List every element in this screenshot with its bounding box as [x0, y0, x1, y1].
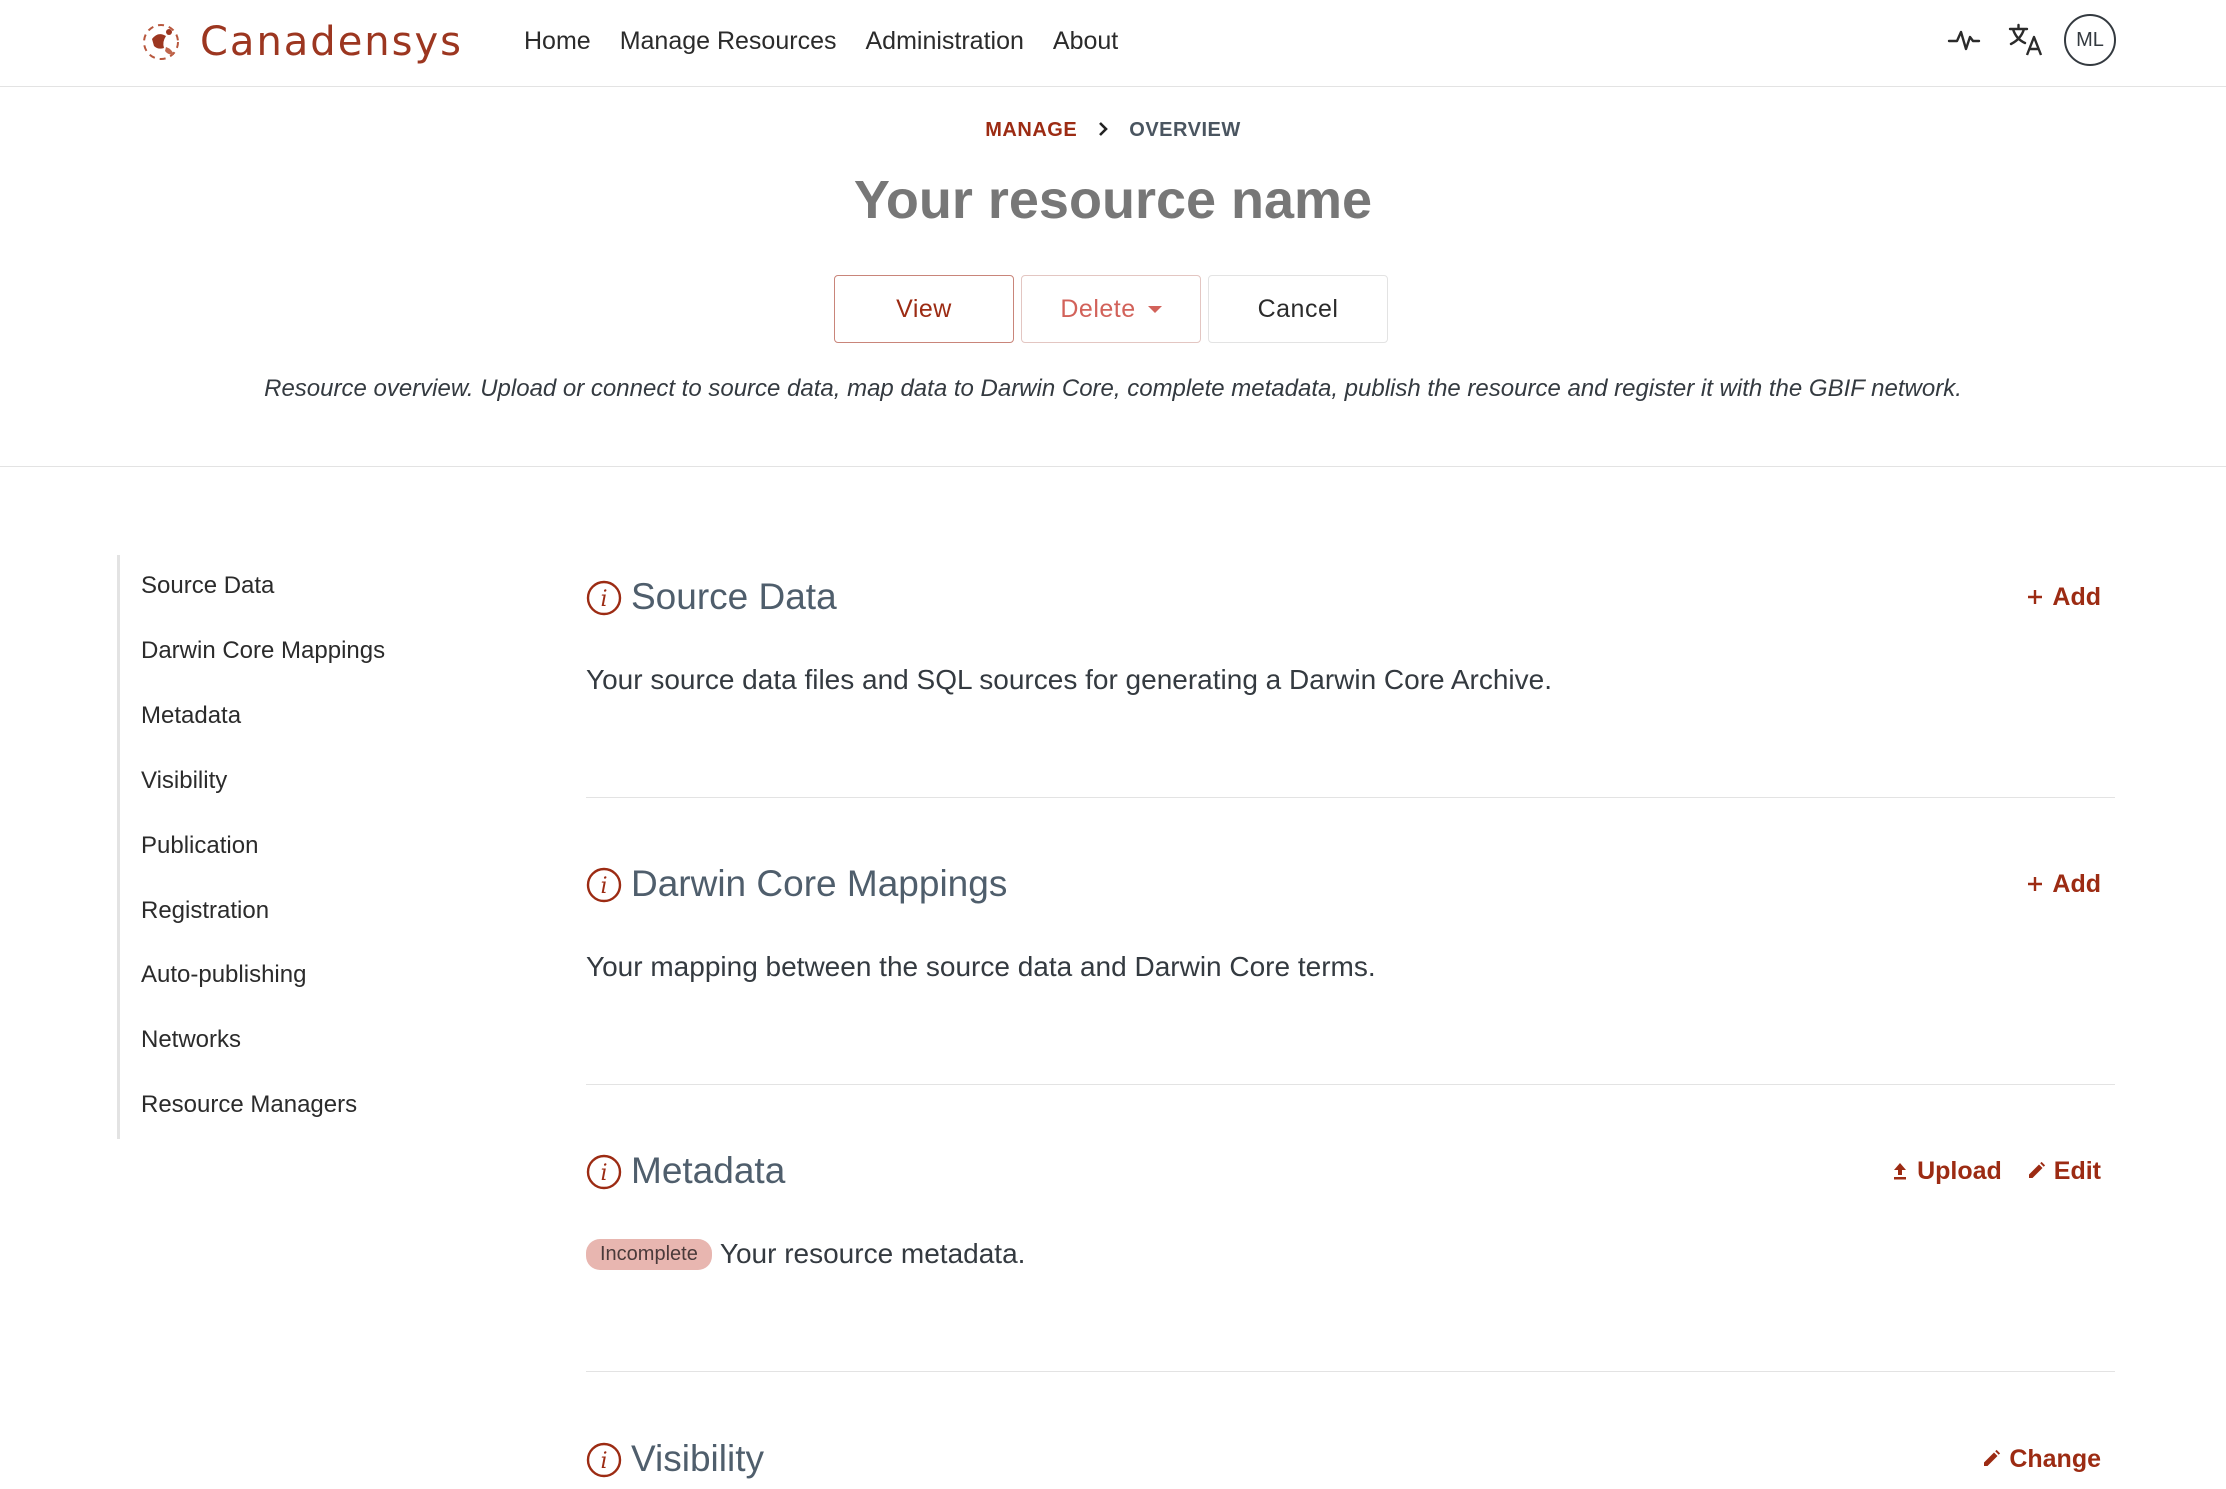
info-circle-icon[interactable]: i	[586, 867, 622, 903]
nav-about[interactable]: About	[1053, 24, 1118, 58]
breadcrumb-current: OVERVIEW	[1129, 119, 1241, 141]
section-actions: Upload Edit	[1867, 1153, 2101, 1189]
nav-manage-resources[interactable]: Manage Resources	[620, 24, 837, 58]
edit-label: Edit	[2053, 1157, 2101, 1185]
resource-overview-intro: Resource overview. Upload or connect to …	[264, 375, 1962, 402]
nav-administration[interactable]: Administration	[865, 24, 1023, 58]
nav-right-tools: ML	[1940, 14, 2116, 66]
user-avatar[interactable]: ML	[2064, 14, 2116, 66]
brand-name: Canadensys	[200, 19, 464, 65]
sidebar-item-source-data[interactable]: Source Data	[141, 572, 274, 600]
section-actions: Add	[2002, 579, 2101, 615]
header-button-group: View Delete Cancel	[834, 275, 1395, 343]
sidebar-item-networks[interactable]: Networks	[141, 1026, 241, 1054]
section-actions: Add	[2002, 866, 2101, 902]
section-description: Your source data files and SQL sources f…	[586, 664, 1552, 696]
section-header: i Metadata Upload Edit	[586, 1148, 2115, 1194]
sidebar-item-registration[interactable]: Registration	[141, 897, 269, 925]
upload-icon	[1894, 1163, 1907, 1180]
section-description-text: Your resource metadata.	[719, 1238, 1026, 1269]
language-button[interactable]	[2002, 16, 2050, 64]
section-sidebar: Source Data Darwin Core Mappings Metadat…	[117, 555, 480, 1139]
section-title: Darwin Core Mappings	[631, 863, 1008, 904]
section-description: Incomplete Your resource metadata.	[586, 1238, 1025, 1270]
section-actions: Change	[1957, 1441, 2101, 1477]
sidebar-item-visibility[interactable]: Visibility	[141, 767, 227, 795]
svg-text:i: i	[600, 1161, 607, 1186]
edit-metadata-button[interactable]: Edit	[2026, 1153, 2101, 1189]
pencil-icon	[2028, 1161, 2045, 1178]
plus-icon	[2028, 877, 2043, 891]
health-status-button[interactable]	[1940, 16, 1988, 64]
info-circle-icon[interactable]: i	[586, 1442, 622, 1478]
info-circle-icon[interactable]: i	[586, 580, 622, 616]
top-navbar: Canadensys Home Manage Resources Adminis…	[0, 0, 2226, 87]
change-label: Change	[2009, 1445, 2101, 1473]
view-button[interactable]: View	[834, 275, 1014, 343]
svg-text:i: i	[600, 587, 607, 612]
section-title: Metadata	[631, 1150, 786, 1191]
brand[interactable]: Canadensys	[138, 18, 463, 66]
section-divider	[586, 1084, 2115, 1085]
translate-icon	[2008, 23, 2043, 56]
upload-label: Upload	[1917, 1157, 2002, 1185]
breadcrumb-manage-link[interactable]: MANAGE	[985, 119, 1077, 141]
nav-home[interactable]: Home	[524, 24, 591, 58]
main-nav: Home Manage Resources Administration Abo…	[524, 24, 1147, 58]
sidebar-item-resource-managers[interactable]: Resource Managers	[141, 1091, 357, 1119]
section-description-text: Your source data files and SQL sources f…	[586, 664, 1552, 695]
status-badge: Incomplete	[586, 1238, 712, 1270]
cancel-button-label: Cancel	[1257, 294, 1339, 323]
change-visibility-button[interactable]: Change	[1981, 1441, 2101, 1477]
section-title: Visibility	[631, 1438, 764, 1479]
svg-text:i: i	[600, 1449, 607, 1474]
plus-icon	[2028, 590, 2043, 604]
delete-button-label: Delete	[1060, 294, 1136, 323]
activity-pulse-icon	[1947, 30, 1981, 51]
section-title: Source Data	[631, 576, 837, 617]
section-header: i Darwin Core Mappings Add	[586, 861, 2115, 907]
delete-dropdown-button[interactable]: Delete	[1021, 275, 1201, 343]
pencil-icon	[1984, 1449, 2001, 1466]
resource-header: MANAGE OVERVIEW Your resource name View …	[0, 87, 2226, 467]
add-label: Add	[2052, 583, 2101, 611]
upload-metadata-button[interactable]: Upload	[1891, 1153, 2002, 1189]
section-description: Your mapping between the source data and…	[586, 951, 1376, 983]
sidebar-item-publication[interactable]: Publication	[141, 832, 258, 860]
canadensys-logo-icon	[143, 24, 179, 60]
section-divider	[586, 1371, 2115, 1372]
cancel-button[interactable]: Cancel	[1208, 275, 1388, 343]
breadcrumb: MANAGE OVERVIEW	[0, 119, 2226, 142]
add-mapping-button[interactable]: Add	[2026, 866, 2101, 902]
section-header: i Source Data Add	[586, 574, 2115, 620]
sidebar-item-auto-publishing[interactable]: Auto-publishing	[141, 961, 306, 989]
section-divider	[586, 797, 2115, 798]
page-title: Your resource name	[853, 170, 1373, 230]
sidebar-item-metadata[interactable]: Metadata	[141, 702, 241, 730]
section-description-text: Your mapping between the source data and…	[586, 951, 1376, 982]
caret-down-icon	[1147, 305, 1162, 313]
section-header: i Visibility Change	[586, 1436, 2115, 1482]
info-circle-icon[interactable]: i	[586, 1154, 622, 1190]
view-button-label: View	[896, 294, 952, 323]
sidebar-item-darwin-core-mappings[interactable]: Darwin Core Mappings	[141, 637, 385, 665]
add-label: Add	[2052, 870, 2101, 898]
add-source-data-button[interactable]: Add	[2026, 579, 2101, 615]
svg-text:i: i	[600, 874, 607, 899]
chevron-right-icon	[1097, 119, 1109, 142]
